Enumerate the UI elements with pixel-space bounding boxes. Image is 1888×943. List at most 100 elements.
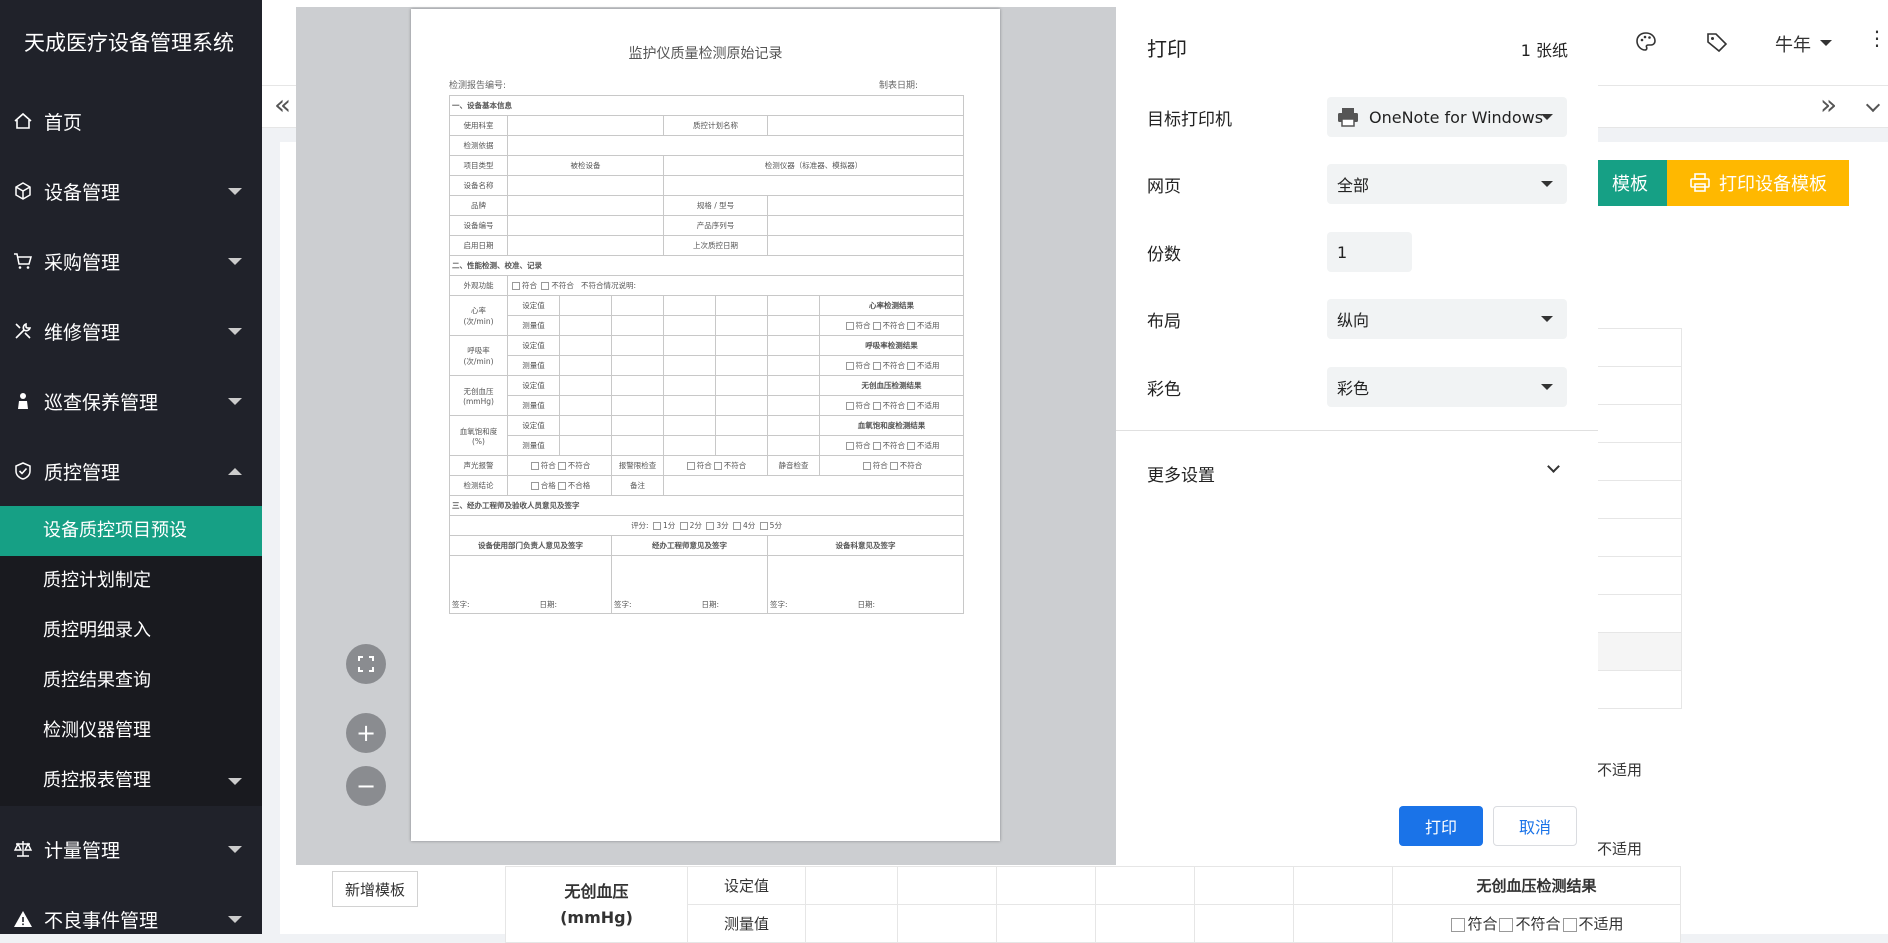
chevron-up-icon [228, 468, 242, 475]
doc-cell: 项目类型 [449, 155, 508, 176]
person-icon [12, 390, 34, 412]
submenu-item-qc-plan[interactable]: 质控计划制定 [0, 556, 262, 606]
doc-cell: 产品序列号 [663, 215, 768, 236]
menu-item-repair[interactable]: 维修管理 [0, 296, 262, 366]
zoom-in-icon[interactable]: + [346, 713, 386, 753]
doc-section-2: 二、性能检测、校准、记录 [448, 255, 965, 276]
doc-text: 签字: [770, 600, 788, 609]
doc-text: 不符合 [882, 401, 906, 410]
doc-text: 不符合 [882, 441, 906, 450]
submenu-item-qc-report[interactable]: 质控报表管理 [0, 756, 262, 806]
dropdown-arrow-icon [1541, 114, 1553, 120]
doc-text: (次/min) [463, 356, 494, 366]
doc-text: 不适用 [917, 401, 940, 410]
menu-item-purchase[interactable]: 采购管理 [0, 226, 262, 296]
doc-cell: 上次质控日期 [663, 235, 768, 256]
app-brand: 天成医疗设备管理系统 [24, 31, 234, 55]
qc-submenu: 设备质控项目预设 质控计划制定 质控明细录入 质控结果查询 检测仪器管理 质控报… [0, 506, 262, 806]
menu-item-metrology[interactable]: 计量管理 [0, 814, 262, 884]
pages-select[interactable]: 全部 [1327, 164, 1567, 204]
menu-label: 采购管理 [44, 251, 121, 274]
submenu-item-qc-result[interactable]: 质控结果查询 [0, 656, 262, 706]
doc-cell: 设定值 [507, 375, 560, 396]
doc-text: 日期: [701, 600, 720, 609]
doc-text: 不符合情况说明: [581, 281, 637, 290]
zoom-out-icon[interactable]: − [346, 766, 386, 806]
home-icon [12, 110, 34, 132]
palette-icon[interactable] [1634, 30, 1658, 60]
printer-select[interactable]: OneNote for Windows [1327, 97, 1567, 137]
doc-text: 日期: [539, 600, 558, 609]
color-select[interactable]: 彩色 [1327, 367, 1567, 407]
chevron-down-icon[interactable] [1820, 40, 1832, 46]
tabs-scroll-right-icon[interactable]: » [1820, 88, 1837, 121]
doc-cell: 使用科室 [449, 115, 508, 136]
cancel-button[interactable]: 取消 [1493, 806, 1577, 846]
doc-cell: 外观功能 [449, 275, 508, 296]
menu-item-inspection[interactable]: 巡查保养管理 [0, 366, 262, 436]
printer-icon [1337, 107, 1359, 127]
print-preview-area: 监护仪质量检测原始记录 检测报告编号: 制表日期: 一、设备基本信息 使用科室 质… [296, 7, 1116, 865]
add-template-button[interactable]: 新增模板 [332, 871, 418, 907]
submenu-item-qc-entry[interactable]: 质控明细录入 [0, 606, 262, 656]
warning-icon [12, 908, 34, 930]
doc-cell: 规格 / 型号 [663, 195, 768, 216]
measured-value-cell: 测量值 [687, 904, 806, 943]
print-template-button[interactable]: 打印设备模板 [1667, 160, 1849, 206]
layout-label: 布局 [1147, 312, 1181, 332]
doc-cell: 经办工程师意见及签字 [611, 535, 768, 556]
scale-icon [12, 838, 34, 860]
doc-text: 符合 [855, 361, 871, 370]
na-text: 不适用 [1597, 761, 1643, 779]
nibp-unit: (mmHg) [560, 907, 633, 927]
doc-text: 符合 [872, 461, 888, 470]
doc-cell: 被检设备 [507, 155, 664, 176]
menu-item-home[interactable]: 首页 [0, 86, 262, 156]
doc-cell: 启用日期 [449, 235, 508, 256]
layout-select[interactable]: 纵向 [1327, 299, 1567, 339]
preview-page: 监护仪质量检测原始记录 检测报告编号: 制表日期: 一、设备基本信息 使用科室 质… [411, 9, 1000, 841]
copies-input[interactable]: 1 [1327, 232, 1412, 272]
tabs-menu-icon[interactable] [1865, 97, 1881, 113]
user-name[interactable]: 牛年 [1775, 31, 1811, 57]
submenu-item-instrument[interactable]: 检测仪器管理 [0, 706, 262, 756]
doc-text: 符合 [540, 461, 556, 470]
submenu-item-qc-preset[interactable]: 设备质控项目预设 [0, 506, 262, 556]
doc-cell: 心率检测结果 [818, 295, 965, 316]
printer-value: OneNote for Windows [1369, 107, 1544, 127]
print-dialog-title: 打印 [1147, 37, 1187, 61]
more-vert-icon[interactable]: ⋮ [1867, 28, 1887, 48]
doc-text: 符合 [855, 441, 871, 450]
tabs-scroll-left-icon[interactable]: « [274, 88, 291, 121]
template-button-label: 模板 [1612, 174, 1648, 195]
doc-title: 监护仪质量检测原始记录 [628, 46, 783, 62]
chevron-down-icon [228, 328, 242, 335]
fit-to-page-icon[interactable] [346, 644, 386, 684]
chevron-down-icon [228, 258, 242, 265]
doc-text: 不符合 [567, 461, 591, 470]
menu-item-adverse-event[interactable]: 不良事件管理 [0, 884, 262, 934]
checkbox[interactable] [1499, 917, 1514, 932]
doc-cell: 无创血压检测结果 [818, 375, 965, 396]
doc-cell: 备注 [611, 475, 664, 496]
doc-cell: 测量值 [507, 315, 560, 336]
doc-text: 符合 [696, 461, 712, 470]
more-settings-row[interactable]: 更多设置 [1116, 452, 1598, 492]
menu-item-device[interactable]: 设备管理 [0, 156, 262, 226]
doc-text: (mmHg) [463, 396, 494, 406]
template-button[interactable]: 模板 [1590, 160, 1670, 206]
copies-label: 份数 [1147, 245, 1181, 265]
menu-label: 计量管理 [44, 839, 121, 862]
doc-text: 合格 [540, 481, 556, 490]
menu-label: 维修管理 [44, 321, 121, 344]
tag-icon[interactable] [1705, 30, 1729, 60]
doc-text: 签字: [452, 600, 470, 609]
doc-text: 无创血压 [463, 386, 494, 396]
checkbox[interactable] [1451, 917, 1466, 932]
menu-item-qc[interactable]: 质控管理 [0, 436, 262, 506]
print-button[interactable]: 打印 [1399, 806, 1483, 846]
checkbox[interactable] [1562, 917, 1577, 932]
add-template-label: 新增模板 [344, 880, 405, 899]
dropdown-arrow-icon [1541, 181, 1553, 187]
doc-cell: 呼吸率检测结果 [818, 335, 965, 356]
